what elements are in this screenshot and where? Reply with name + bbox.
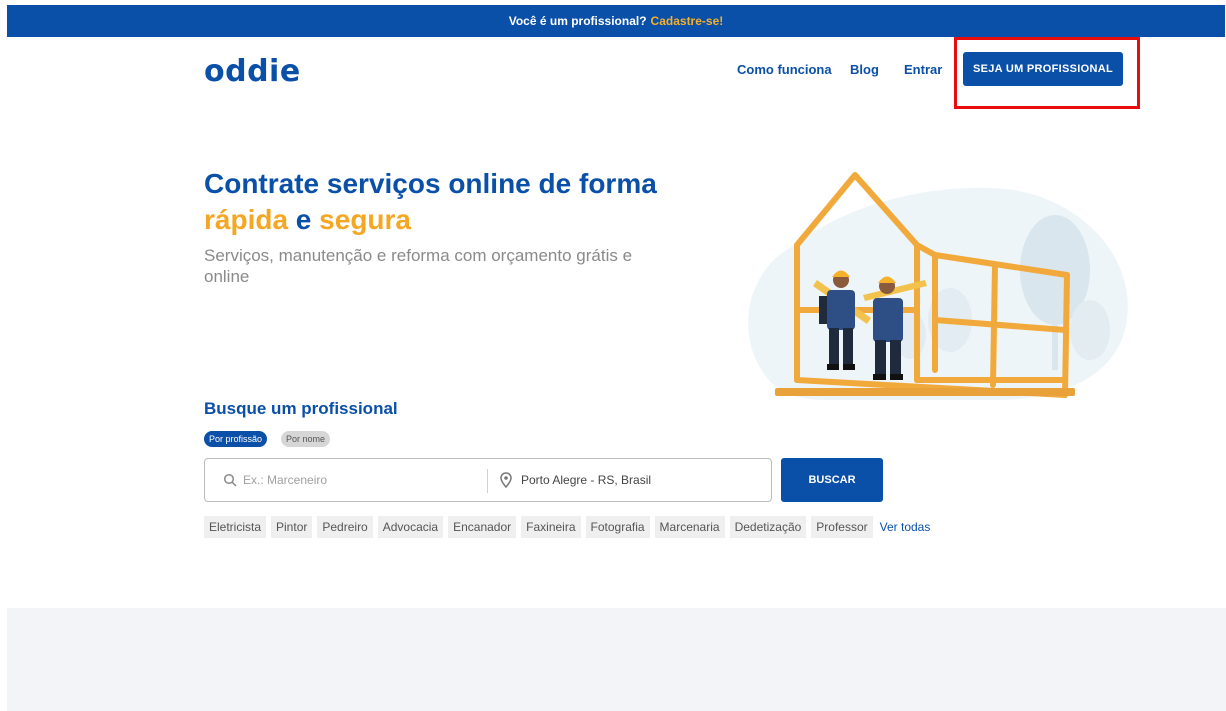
logo[interactable]: oddie (204, 54, 301, 89)
construction-illustration (748, 172, 1128, 400)
hero-title-segura: segura (319, 204, 411, 235)
tag-dedetizacao[interactable]: Dedetização (729, 516, 807, 538)
become-professional-button[interactable]: SEJA UM PROFISSIONAL (963, 52, 1123, 86)
tag-eletricista[interactable]: Eletricista (204, 516, 267, 538)
search-section-title: Busque um profissional (204, 399, 398, 418)
tag-pedreiro[interactable]: Pedreiro (317, 516, 373, 538)
nav-entrar[interactable]: Entrar (904, 62, 942, 77)
hero-title-line1: Contrate serviços online de forma (204, 168, 657, 199)
tag-fotografia[interactable]: Fotografia (585, 516, 650, 538)
hero-title: Contrate serviços online de forma rápida… (204, 166, 674, 238)
tab-por-nome[interactable]: Por nome (281, 431, 331, 447)
topbar-text: Você é um profissional? (508, 14, 647, 28)
tag-encanador[interactable]: Encanador (448, 516, 517, 538)
location-pin-icon (500, 472, 512, 488)
tag-marcenaria[interactable]: Marcenaria (654, 516, 725, 538)
footer-band (7, 608, 1226, 711)
tag-faxineira[interactable]: Faxineira (521, 516, 581, 538)
tag-pintor[interactable]: Pintor (271, 516, 313, 538)
page: Você é um profissional? Cadastre-se! odd… (0, 0, 1226, 711)
nav-como-funciona[interactable]: Como funciona (737, 62, 832, 77)
search-input[interactable] (243, 465, 478, 495)
hero-title-and: e (288, 204, 320, 235)
search-button[interactable]: BUSCAR (781, 458, 883, 502)
top-announcement-bar: Você é um profissional? Cadastre-se! (7, 5, 1225, 37)
ver-todas-link[interactable]: Ver todas (878, 516, 933, 538)
tag-advocacia[interactable]: Advocacia (377, 516, 444, 538)
location-field[interactable]: Porto Alegre - RS, Brasil (521, 473, 651, 487)
hero-subtitle: Serviços, manutenção e reforma com orçam… (204, 246, 633, 286)
signup-link[interactable]: Cadastre-se! (651, 14, 724, 28)
tab-por-profissao[interactable]: Por profissão (204, 431, 268, 447)
search-icon (223, 473, 237, 487)
popular-tags: Eletricista Pintor Pedreiro Advocacia Encana… (204, 516, 932, 538)
hero-title-rapida: rápida (204, 204, 289, 235)
search-divider (487, 469, 488, 493)
tag-professor[interactable]: Professor (811, 516, 873, 538)
nav-blog[interactable]: Blog (850, 62, 879, 77)
search-box: Porto Alegre - RS, Brasil (204, 458, 772, 502)
